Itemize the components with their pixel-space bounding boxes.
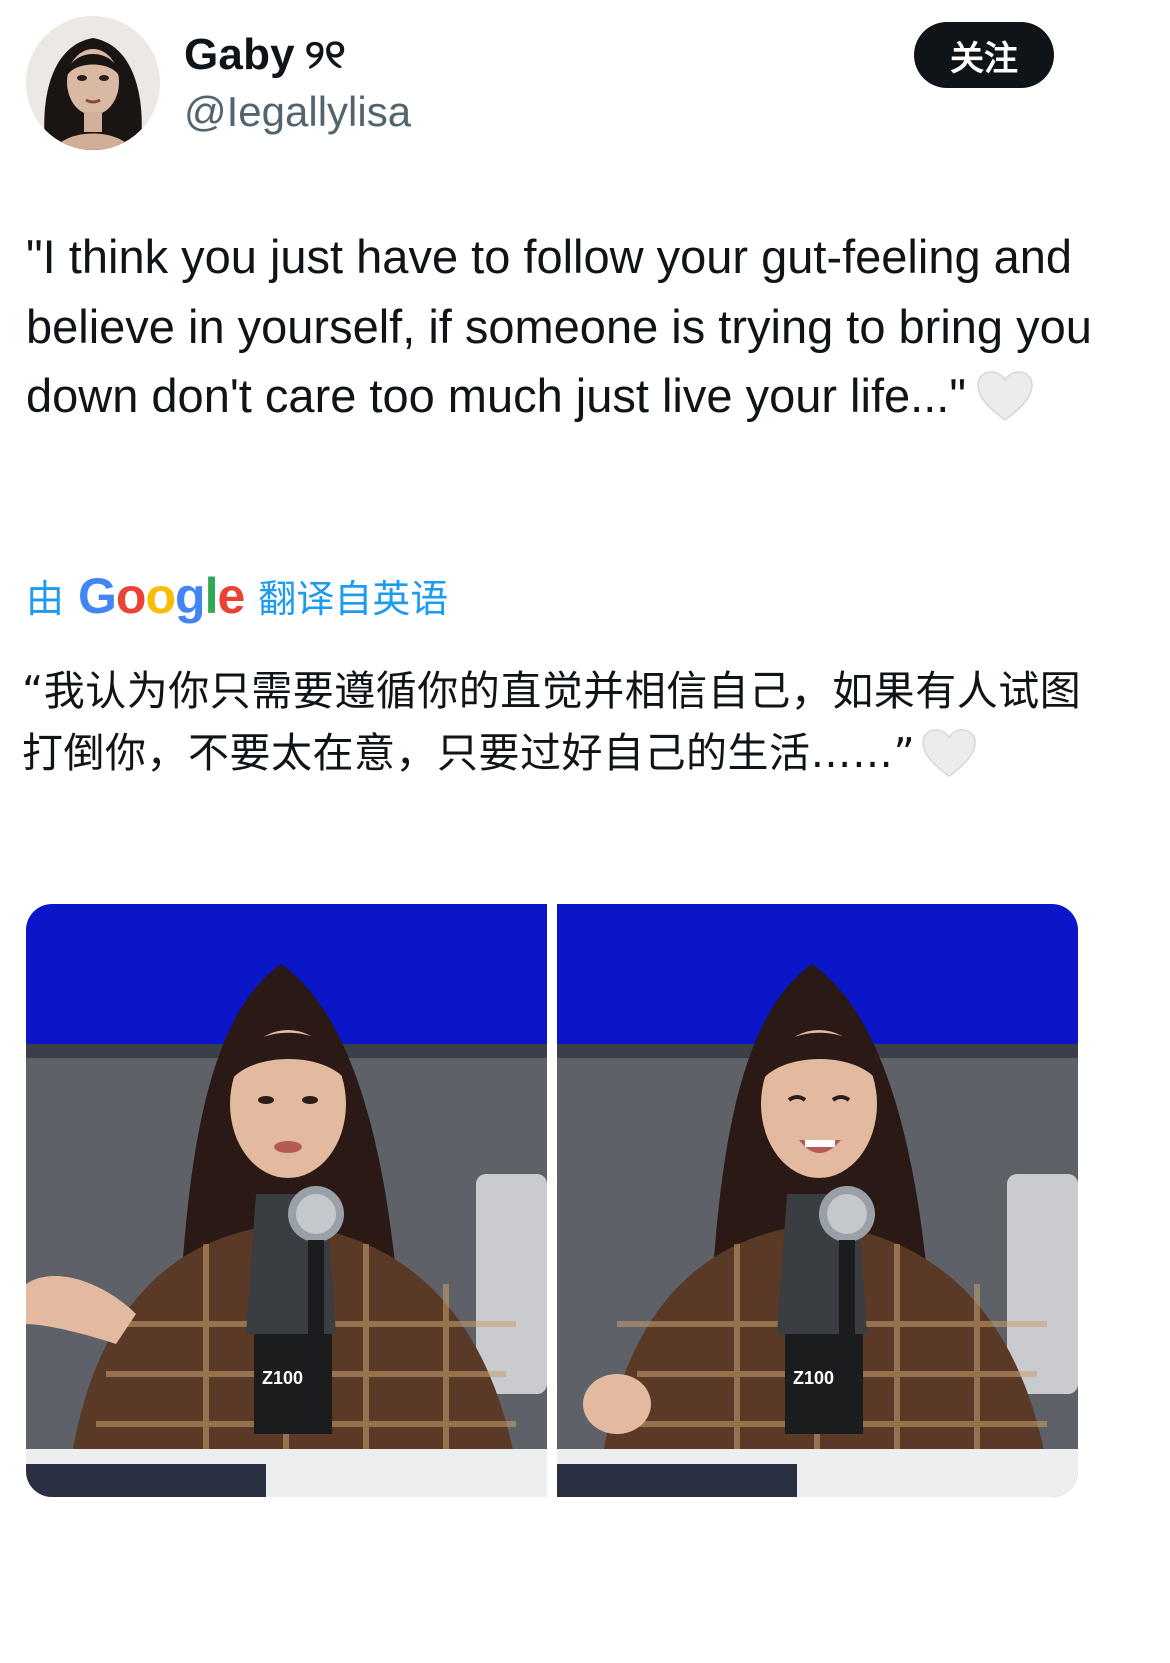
user-handle[interactable]: @Iegallylisa: [184, 88, 411, 136]
tweet-header: Gaby ୨୧ @Iegallylisa 关注: [0, 0, 1170, 170]
white-heart-icon: [921, 727, 977, 796]
translation-suffix[interactable]: 翻译自英语: [258, 568, 448, 623]
tweet-photo-2[interactable]: Z100: [557, 904, 1078, 1497]
follow-button[interactable]: 关注: [914, 22, 1054, 88]
tweet-text: "I think you just have to follow your gu…: [26, 222, 1126, 441]
white-heart-icon: [976, 370, 1034, 441]
translation-attribution[interactable]: 由 Google 翻译自英语: [26, 568, 448, 623]
translated-text: “我认为你只需要遵循你的直觉并相信自己，如果有人试图打倒你，不要太在意，只要过好…: [22, 660, 1112, 796]
z100-logo: Z100: [262, 1368, 303, 1388]
google-logo: Google: [78, 567, 245, 624]
tweet-text-content: "I think you just have to follow your gu…: [26, 230, 1105, 422]
name-emoji: ୨୧: [304, 32, 346, 77]
display-name[interactable]: Gaby: [184, 30, 295, 80]
translation-prefix: 由: [26, 577, 65, 621]
tweet-photo-1[interactable]: Z100: [26, 904, 547, 1497]
avatar[interactable]: [26, 16, 160, 150]
author-name-row[interactable]: Gaby ୨୧: [184, 30, 346, 80]
media-grid: Z100 Z100: [26, 904, 1078, 1497]
z100-logo: Z100: [793, 1368, 834, 1388]
